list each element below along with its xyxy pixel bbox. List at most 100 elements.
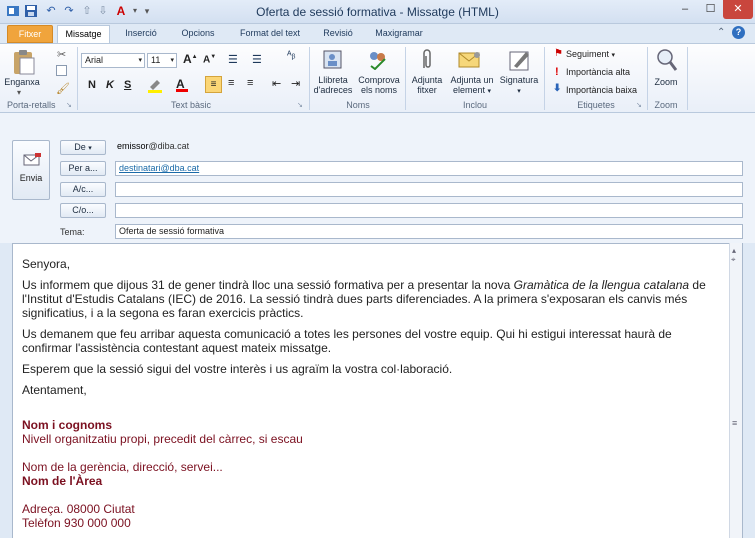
clipboard-launcher-icon[interactable]: ↘	[66, 101, 72, 109]
vertical-scrollbar[interactable]: ▴ ⌖ ≡	[729, 243, 742, 538]
magnifier-icon[interactable]	[656, 48, 678, 72]
attach-item-label2: element	[452, 85, 485, 95]
followup-label: Seguiment	[566, 49, 610, 59]
signature-area: Nom de l'Àrea	[22, 474, 103, 488]
send-label: Envia	[19, 173, 43, 183]
compose-header: Envia De ▾ emissor@diba.cat Per a... des…	[0, 113, 755, 243]
scroll-up-icon[interactable]: ▴	[732, 246, 736, 255]
bcc-field[interactable]	[115, 203, 743, 218]
message-body[interactable]: Senyora, Us informem que dijous 31 de ge…	[12, 243, 743, 538]
minimize-button[interactable]: –	[672, 0, 698, 19]
address-book-label2: d'adreces	[313, 85, 353, 95]
font-color-button-icon[interactable]: A	[176, 77, 188, 92]
bold-button[interactable]: N	[88, 79, 96, 91]
shrink-font-icon[interactable]: A▼	[203, 54, 216, 65]
paperclip-icon[interactable]	[420, 48, 434, 72]
names-group-label: Noms	[346, 100, 370, 110]
clear-format-icon[interactable]: ᴬᵦ	[287, 50, 303, 66]
greeting: Senyora,	[22, 257, 71, 271]
attach-item-button[interactable]: Adjunta un element ▾	[446, 75, 498, 97]
tags-launcher-icon[interactable]: ↘	[636, 101, 642, 109]
paste-dropdown-icon[interactable]: ▾	[17, 88, 21, 97]
tab-revisio[interactable]: Revisió	[316, 25, 360, 43]
decrease-indent-icon[interactable]: ⇤	[272, 77, 281, 90]
address-book-label: Llibreta	[318, 75, 348, 85]
paste-button[interactable]: Enganxa	[2, 77, 42, 87]
help-icon[interactable]: ?	[732, 26, 745, 39]
flag-icon: ⚑	[554, 48, 563, 59]
collapse-ribbon-icon[interactable]: ⌃	[717, 27, 725, 38]
underline-button[interactable]: S	[124, 79, 131, 91]
paste-icon[interactable]	[11, 48, 37, 76]
p1-text-a: Us informem que dijous 31 de gener tindr…	[22, 278, 514, 292]
font-name-select[interactable]: Arial ▾	[81, 53, 145, 68]
signature-name: Nom i cognoms	[22, 418, 113, 432]
tab-fitxer[interactable]: Fitxer	[7, 25, 53, 43]
font-launcher-icon[interactable]: ↘	[297, 101, 303, 109]
check-names-icon[interactable]	[366, 48, 388, 71]
ruler-toggle-icon[interactable]: ⌖	[731, 255, 741, 265]
to-recipient[interactable]: destinatari@dba.cat	[119, 163, 199, 173]
basic-text-group-label: Text bàsic	[170, 100, 212, 110]
bcc-button[interactable]: C/o...	[60, 203, 106, 218]
tab-missatge[interactable]: Missatge	[57, 25, 110, 43]
copy-icon[interactable]	[56, 65, 67, 76]
align-center-icon[interactable]: ≡	[228, 77, 234, 89]
subject-field[interactable]: Oferta de sessió formativa	[115, 224, 743, 239]
font-name-value: Arial	[85, 55, 104, 65]
italic-button[interactable]: K	[106, 79, 114, 91]
address-book-button[interactable]: Llibreta d'adreces	[312, 75, 354, 95]
subject-label: Tema:	[60, 227, 85, 237]
message-body-text[interactable]: Senyora, Us informem que dijous 31 de ge…	[22, 257, 710, 530]
separator	[687, 47, 688, 110]
from-button-label: De	[74, 142, 86, 152]
grow-font-icon[interactable]: A▲	[183, 52, 198, 66]
tab-maxigramar[interactable]: Maxigramar	[366, 25, 432, 43]
numbering-icon[interactable]: ☰	[252, 53, 262, 66]
maximize-button[interactable]: ☐	[698, 0, 723, 19]
followup-button[interactable]: Seguiment ▾	[566, 49, 615, 59]
align-left-icon[interactable]: ≡	[205, 76, 222, 93]
signature-org: Nivell organitzatiu propi, precedit del …	[22, 432, 303, 446]
signature-icon[interactable]	[508, 48, 532, 72]
signature-label: Signatura	[499, 75, 539, 85]
to-field[interactable]: destinatari@dba.cat	[115, 161, 743, 176]
highlight-icon[interactable]	[147, 77, 163, 93]
zoom-button[interactable]: Zoom	[650, 77, 682, 87]
paragraph-2: Us demanem que feu arribar aquesta comun…	[22, 327, 672, 355]
address-book-icon[interactable]	[322, 48, 344, 70]
close-button[interactable]: ✕	[723, 0, 753, 19]
to-button[interactable]: Per a...	[60, 161, 106, 176]
bullets-icon[interactable]: ☰	[228, 53, 238, 66]
low-importance-button[interactable]: Importància baixa	[566, 85, 637, 95]
include-group-label: Inclou	[462, 100, 488, 110]
tab-opcions[interactable]: Opcions	[172, 25, 224, 43]
cut-icon[interactable]: ✂	[57, 48, 66, 61]
check-names-label: Comprova	[358, 75, 400, 85]
attach-file-label2: fitxer	[417, 85, 437, 95]
signature-button[interactable]: Signatura ▾	[498, 75, 540, 97]
increase-indent-icon[interactable]: ⇥	[291, 77, 300, 90]
tab-insercio[interactable]: Inserció	[118, 25, 164, 43]
closing: Atentament,	[22, 383, 87, 397]
from-value-user: emissor	[117, 141, 149, 151]
cc-field[interactable]	[115, 182, 743, 197]
from-button[interactable]: De ▾	[60, 140, 106, 155]
format-painter-icon[interactable]: 🖌	[56, 82, 70, 95]
check-names-button[interactable]: Comprova els noms	[356, 75, 402, 95]
scroll-thumb-grip-icon[interactable]: ≡	[732, 418, 737, 428]
envelope-icon[interactable]	[458, 50, 482, 70]
send-button[interactable]: Envia	[12, 140, 50, 200]
separator	[647, 47, 648, 110]
high-importance-button[interactable]: Importància alta	[566, 67, 630, 77]
ribbon: Enganxa ▾ ✂ 🖌 Porta-retalls ↘ Arial ▾ 11 ▾…	[0, 43, 755, 113]
from-value-domain: @diba.cat	[148, 141, 190, 151]
from-value: emissor@diba.cat	[117, 141, 189, 151]
ribbon-tabs: Fitxer Missatge Inserció Opcions Format …	[0, 24, 755, 43]
cc-button[interactable]: A/c...	[60, 182, 106, 197]
align-right-icon[interactable]: ≡	[247, 77, 253, 89]
attach-file-button[interactable]: Adjunta fitxer	[408, 75, 446, 95]
subject-value: Oferta de sessió formativa	[119, 226, 225, 236]
font-size-select[interactable]: 11 ▾	[147, 53, 177, 68]
tab-format-del-text[interactable]: Format del text	[232, 25, 308, 43]
